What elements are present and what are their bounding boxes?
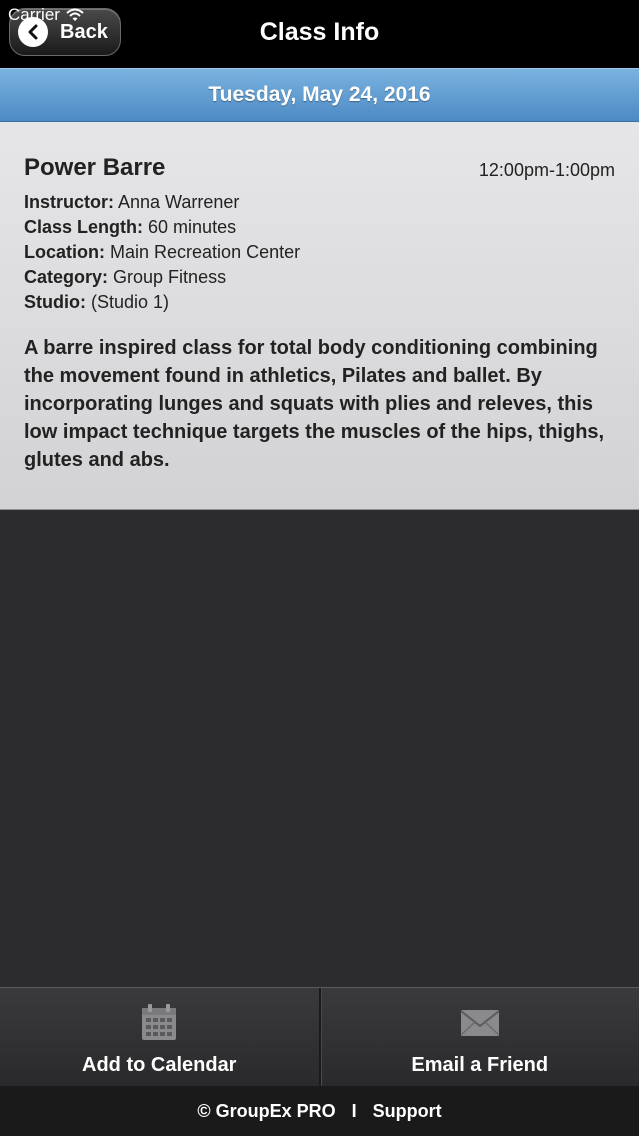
footer-separator: I xyxy=(351,1100,357,1121)
class-name: Power Barre xyxy=(24,154,166,181)
detail-instructor: Instructor: Anna Warrener xyxy=(24,190,300,215)
detail-class-length: Class Length: 60 minutes xyxy=(24,215,300,240)
detail-location: Location: Main Recreation Center xyxy=(24,240,300,265)
email-a-friend-button[interactable]: Email a Friend xyxy=(318,988,639,1086)
detail-label: Studio: xyxy=(24,292,86,312)
date-bar: Tuesday, May 24, 2016 xyxy=(0,68,639,122)
envelope-icon xyxy=(460,1010,500,1036)
class-description: A barre inspired class for total body co… xyxy=(24,337,605,471)
detail-value: (Studio 1) xyxy=(91,292,170,312)
email-a-friend-label: Email a Friend xyxy=(411,1054,549,1076)
class-time: 12:00pm-1:00pm xyxy=(478,160,615,180)
detail-label: Category: xyxy=(24,267,109,287)
copyright-text: © GroupEx PRO xyxy=(197,1100,336,1121)
class-date: Tuesday, May 24, 2016 xyxy=(208,83,431,106)
detail-value: Anna Warrener xyxy=(118,192,240,212)
detail-value: 60 minutes xyxy=(148,217,237,237)
calendar-icon xyxy=(142,1004,177,1040)
carrier-label: Carrier xyxy=(8,5,60,24)
detail-value: Group Fitness xyxy=(113,267,227,287)
detail-label: Instructor: xyxy=(24,192,114,212)
detail-label: Class Length: xyxy=(24,217,144,237)
class-details: Instructor: Anna Warrener Class Length: … xyxy=(24,190,300,315)
class-info-panel: Power Barre 12:00pm-1:00pm Instructor: A… xyxy=(0,122,639,510)
add-to-calendar-button[interactable]: Add to Calendar xyxy=(0,988,319,1086)
nav-bar: Back Class Info xyxy=(0,0,639,68)
support-link[interactable]: Support xyxy=(373,1101,442,1122)
app-screen: Back Class Info Carrier Tuesday, May 24,… xyxy=(0,0,639,1136)
detail-label: Location: xyxy=(24,242,105,262)
detail-studio: Studio: (Studio 1) xyxy=(24,290,300,315)
detail-category: Category: Group Fitness xyxy=(24,265,300,290)
detail-value: Main Recreation Center xyxy=(110,242,301,262)
wifi-icon xyxy=(66,8,84,21)
status-bar: Carrier xyxy=(8,4,84,26)
add-to-calendar-label: Add to Calendar xyxy=(82,1054,237,1076)
footer: © GroupEx PRO I Support xyxy=(0,1086,639,1136)
page-title: Class Info xyxy=(259,18,380,46)
action-bar: Add to Calendar Email a Friend xyxy=(0,987,639,1086)
